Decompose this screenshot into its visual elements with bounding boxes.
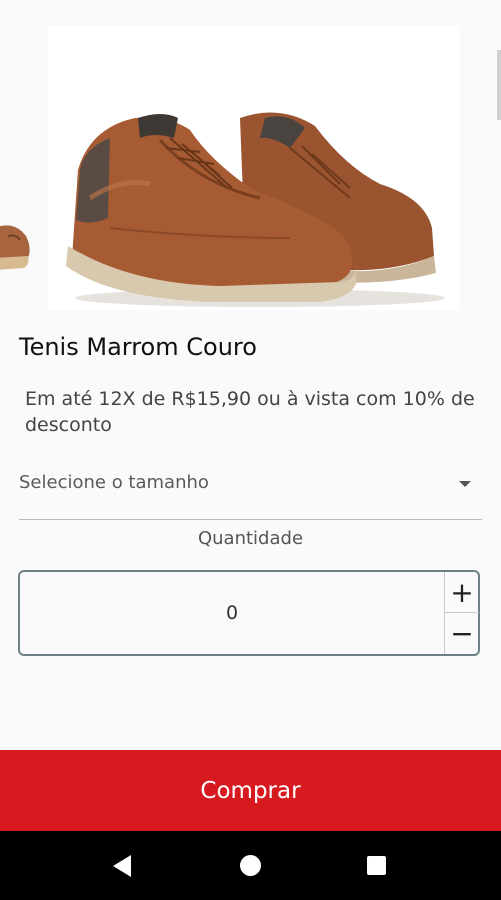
nav-home-button[interactable] bbox=[220, 831, 280, 900]
home-icon bbox=[239, 855, 261, 876]
android-navigation-bar bbox=[0, 831, 501, 900]
product-image-carousel[interactable] bbox=[0, 0, 501, 318]
quantity-label: Quantidade bbox=[197, 528, 304, 549]
size-dropdown-placeholder: Selecione o tamanho bbox=[19, 472, 209, 493]
scroll-indicator bbox=[497, 50, 501, 120]
product-title: Tenis Marrom Couro bbox=[19, 333, 257, 361]
increment-button[interactable]: + bbox=[445, 572, 479, 613]
brown-leather-sneakers-image bbox=[66, 112, 445, 307]
quantity-input[interactable]: 0 bbox=[20, 572, 445, 654]
buy-button[interactable]: Comprar bbox=[0, 750, 501, 831]
nav-recents-button[interactable] bbox=[346, 831, 406, 900]
product-price-info: Em até 12X de R$15,90 ou à vista com 10%… bbox=[25, 388, 475, 436]
decrement-button[interactable]: − bbox=[445, 613, 479, 653]
size-dropdown[interactable]: Selecione o tamanho bbox=[19, 468, 482, 520]
back-icon bbox=[113, 854, 131, 877]
dropdown-caret-icon bbox=[459, 481, 471, 487]
nav-back-button[interactable] bbox=[92, 831, 152, 900]
recents-icon bbox=[366, 856, 386, 875]
previous-product-image[interactable] bbox=[0, 214, 32, 274]
quantity-stepper: 0 + − bbox=[18, 570, 480, 656]
